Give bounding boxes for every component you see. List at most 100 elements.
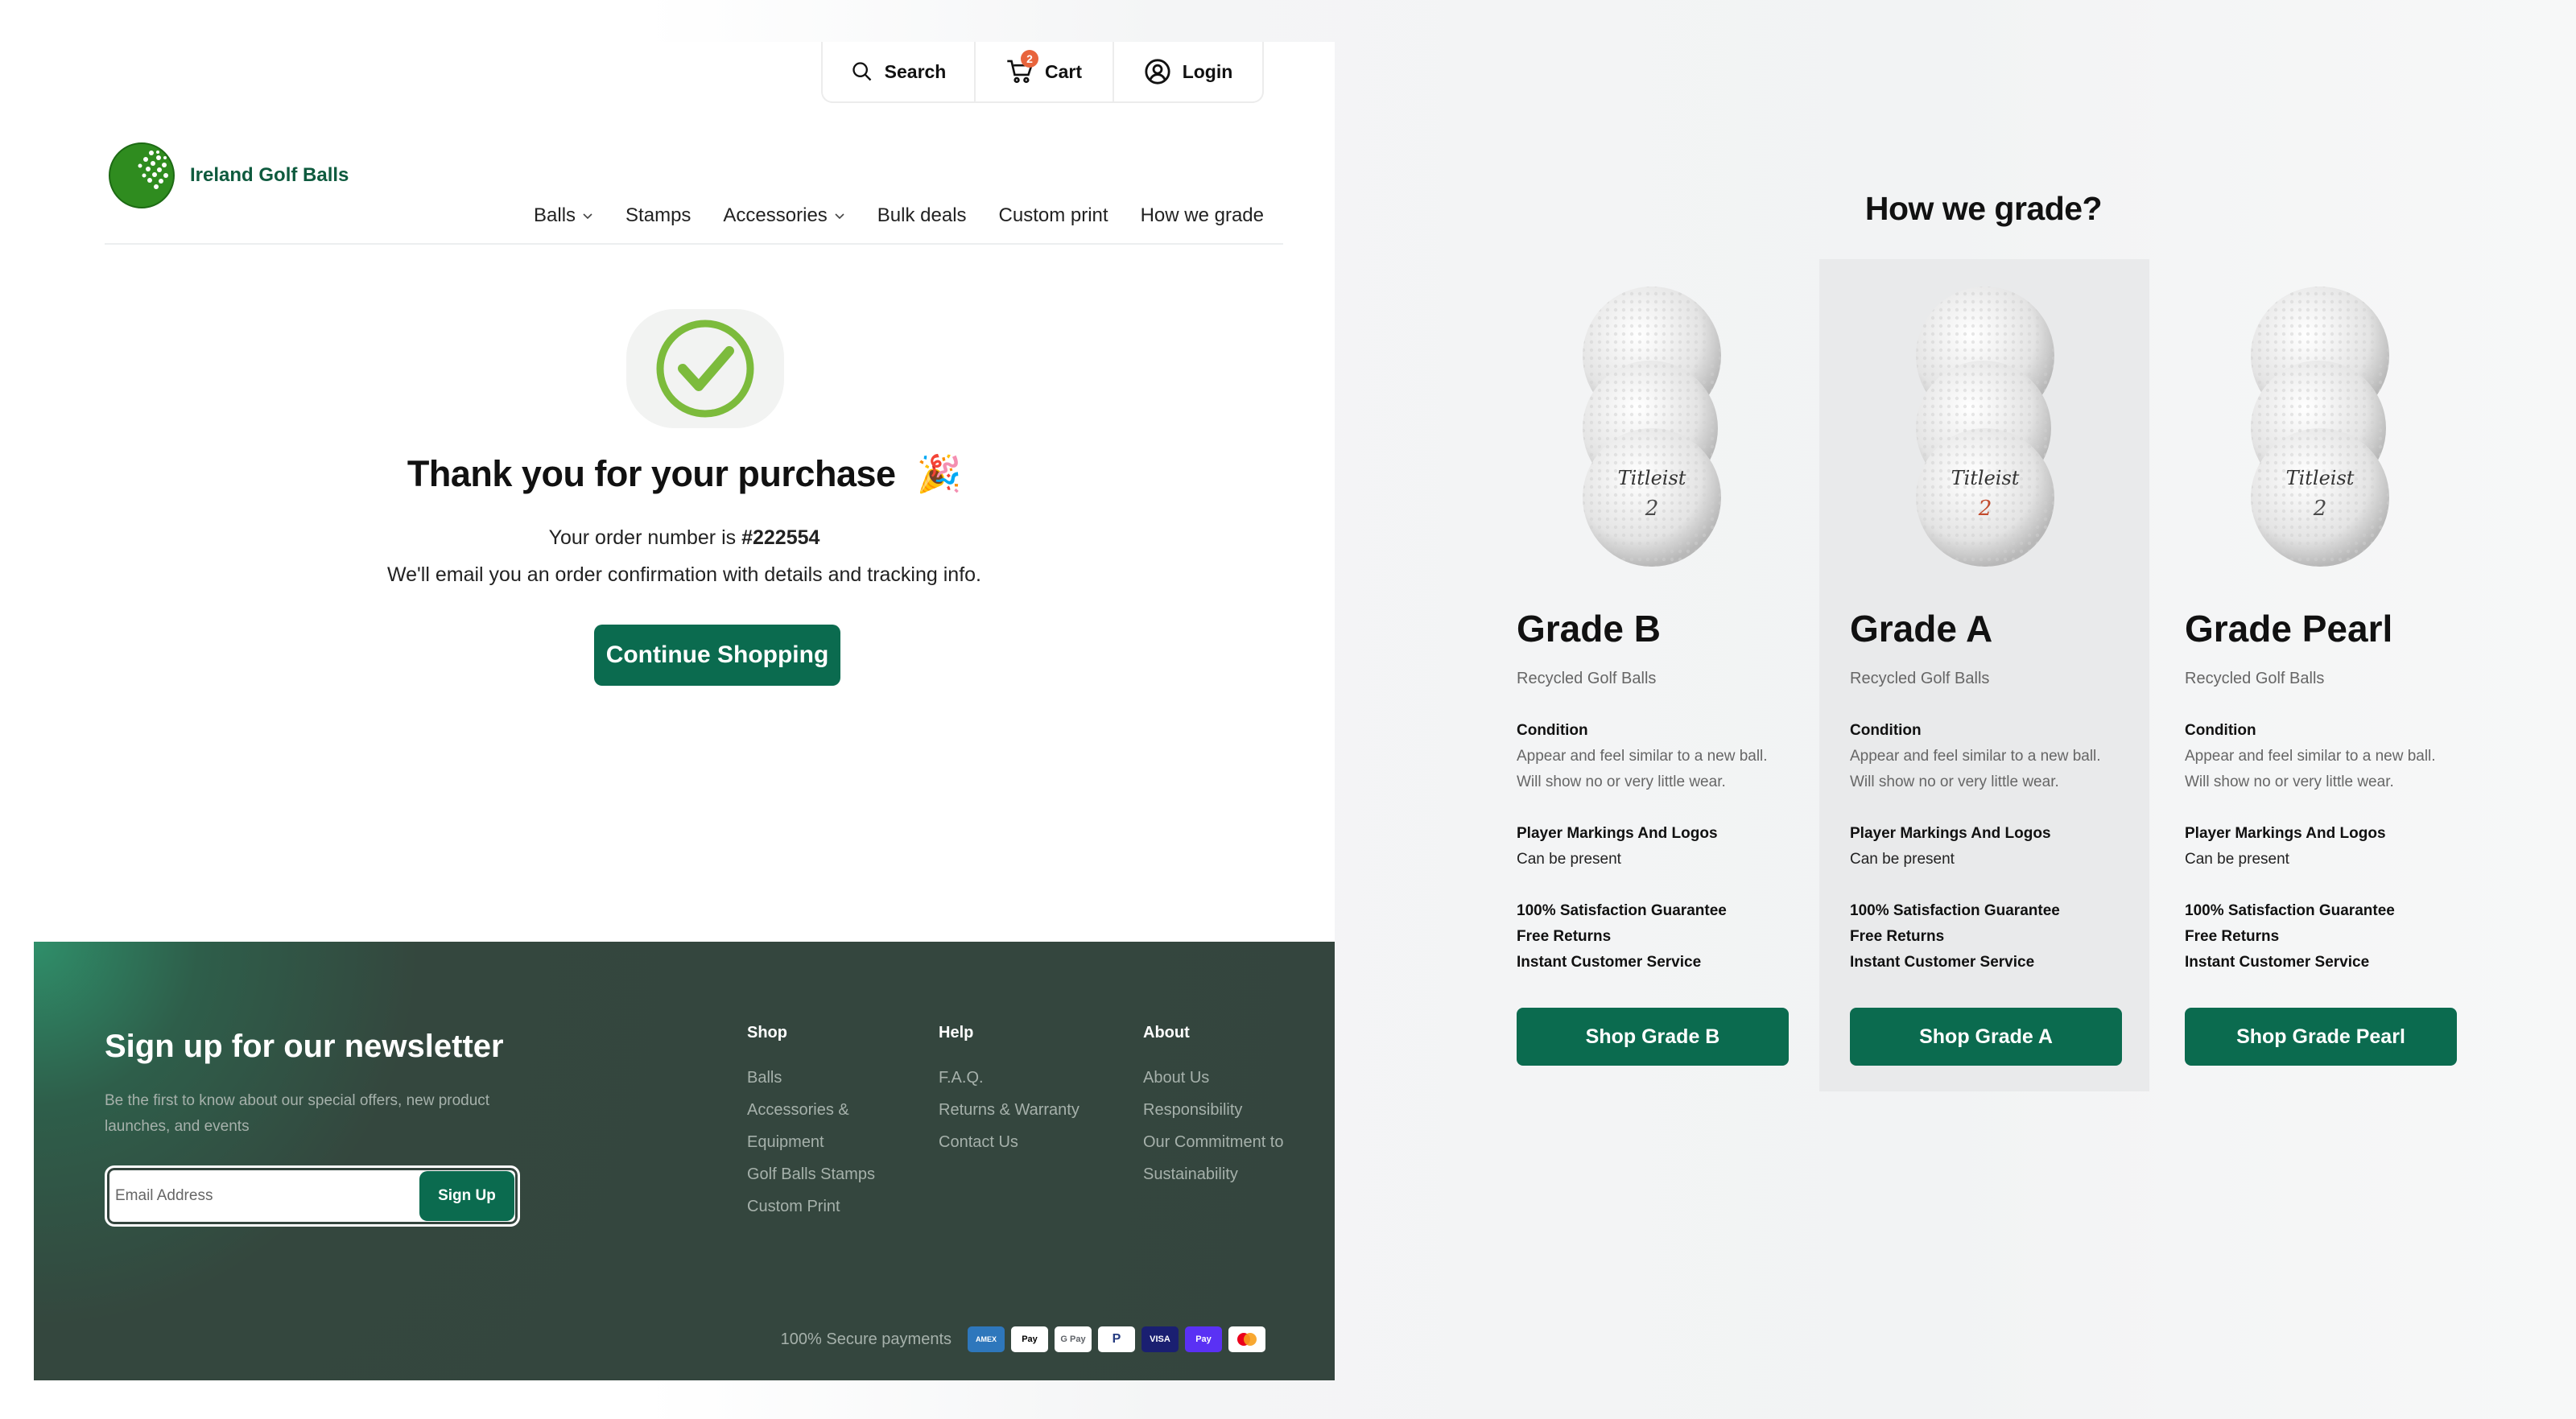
nav-accessories[interactable]: Accessories	[723, 204, 844, 227]
thank-you-heading: Thank you for your purchase 🎉	[34, 452, 1335, 495]
footer-link[interactable]: Our Commitment to	[1143, 1126, 1283, 1158]
cart-label: Cart	[1044, 60, 1082, 82]
markings-value: Can be present	[1850, 851, 1955, 868]
grade-benefits: 100% Satisfaction Guarantee Free Returns…	[1850, 898, 2140, 976]
brand-logo-link[interactable]: Ireland Golf Balls	[108, 142, 349, 209]
nav-balls[interactable]: Balls	[534, 204, 593, 227]
nav-stamps[interactable]: Stamps	[625, 204, 691, 227]
grade-condition: Condition Appear and feel similar to a n…	[2185, 718, 2475, 795]
shop-grade-button[interactable]: Shop Grade B	[1517, 1008, 1789, 1066]
footer-link[interactable]: Balls	[747, 1062, 875, 1094]
cart-button[interactable]: 2 Cart	[976, 42, 1114, 101]
grade-title: Grade B	[1517, 608, 1661, 650]
benefit-returns: Free Returns	[2185, 928, 2280, 945]
footer-link[interactable]: Returns & Warranty	[939, 1094, 1080, 1126]
footer-col-title: Help	[939, 1024, 974, 1042]
footer-link[interactable]: Equipment	[747, 1126, 875, 1158]
checkmark-circle-icon	[656, 320, 754, 418]
newsletter-title: Sign up for our newsletter	[105, 1029, 504, 1064]
header-divider	[105, 243, 1283, 245]
login-label: Login	[1182, 60, 1233, 82]
condition-text: Appear and feel similar to a new ball.	[1517, 748, 1768, 765]
utility-bar: Search 2 Cart Login	[821, 42, 1264, 103]
grade-condition: Condition Appear and feel similar to a n…	[1850, 718, 2140, 795]
amex-icon: AMEX	[968, 1326, 1005, 1352]
condition-text: Appear and feel similar to a new ball.	[2185, 748, 2436, 765]
apple-pay-icon: Pay	[1011, 1326, 1048, 1352]
login-button[interactable]: Login	[1114, 42, 1262, 101]
benefit-guarantee: 100% Satisfaction Guarantee	[1517, 902, 1727, 919]
newsletter-description: Be the first to know about our special o…	[105, 1092, 490, 1135]
nav-custom-print[interactable]: Custom print	[999, 204, 1108, 227]
ball-number-text: 2	[2313, 497, 2327, 521]
benefit-guarantee: 100% Satisfaction Guarantee	[2185, 902, 2395, 919]
nav-accessories-label: Accessories	[723, 204, 828, 226]
grade-title: Grade A	[1850, 608, 1993, 650]
search-label: Search	[884, 60, 947, 82]
shop-grade-button[interactable]: Shop Grade A	[1850, 1008, 2122, 1066]
footer-link[interactable]: Accessories &	[747, 1094, 875, 1126]
nav-balls-label: Balls	[534, 204, 576, 226]
grade-title: Grade Pearl	[2185, 608, 2393, 650]
footer-col-title: About	[1143, 1024, 1190, 1042]
footer-col-shop: Shop Balls Accessories & Equipment Golf …	[747, 1024, 875, 1223]
shop-pay-icon: Pay	[1185, 1326, 1222, 1352]
chevron-down-icon	[583, 213, 592, 220]
how-we-grade-title: How we grade?	[1864, 190, 2103, 227]
order-number-line: Your order number is #222554	[34, 526, 1335, 550]
footer-link[interactable]: F.A.Q.	[939, 1062, 1080, 1094]
benefit-returns: Free Returns	[1850, 928, 1945, 945]
nav-stamps-label: Stamps	[625, 204, 691, 226]
nav-custom-print-label: Custom print	[998, 204, 1108, 226]
mastercard-icon	[1228, 1326, 1265, 1352]
grade-markings: Player Markings And Logos Can be present	[2185, 821, 2475, 872]
main-nav: Balls Stamps Accessories Bulk deals Cust…	[534, 204, 1264, 227]
cart-count-badge: 2	[1021, 50, 1038, 68]
golf-balls-image: Titleist 2	[2251, 287, 2389, 567]
markings-label: Player Markings And Logos	[1850, 825, 2051, 842]
grade-card: Titleist 2 Grade A Recycled Golf Balls C…	[1819, 259, 2149, 1091]
search-button[interactable]: Search	[823, 42, 976, 101]
grade-subtitle: Recycled Golf Balls	[1850, 670, 1990, 687]
grade-card: Titleist 2 Grade Pearl Recycled Golf Bal…	[2154, 259, 2484, 1091]
footer-link[interactable]: Golf Balls Stamps	[747, 1158, 875, 1190]
condition-text: Will show no or very little wear.	[2185, 773, 2394, 790]
footer-link[interactable]: Responsibility	[1143, 1094, 1283, 1126]
shop-grade-button[interactable]: Shop Grade Pearl	[2185, 1008, 2457, 1066]
chevron-down-icon	[835, 213, 844, 220]
markings-value: Can be present	[1517, 851, 1621, 868]
condition-text: Will show no or very little wear.	[1517, 773, 1726, 790]
newsletter-email-input[interactable]	[115, 1176, 405, 1216]
condition-text: Appear and feel similar to a new ball.	[1850, 748, 2101, 765]
newsletter-signup-button[interactable]: Sign Up	[419, 1171, 514, 1221]
secure-payments-label: 100% Secure payments	[780, 1330, 952, 1348]
continue-shopping-button[interactable]: Continue Shopping	[594, 625, 840, 686]
markings-label: Player Markings And Logos	[2185, 825, 2386, 842]
footer-link[interactable]: Custom Print	[747, 1190, 875, 1223]
benefit-guarantee: 100% Satisfaction Guarantee	[1850, 902, 2060, 919]
footer-link[interactable]: About Us	[1143, 1062, 1283, 1094]
footer-link[interactable]: Contact Us	[939, 1126, 1080, 1158]
success-badge	[626, 309, 784, 428]
grade-benefits: 100% Satisfaction Guarantee Free Returns…	[2185, 898, 2475, 976]
markings-value: Can be present	[2185, 851, 2289, 868]
grade-markings: Player Markings And Logos Can be present	[1517, 821, 1806, 872]
nav-how-we-grade[interactable]: How we grade	[1141, 204, 1264, 227]
benefit-returns: Free Returns	[1517, 928, 1612, 945]
condition-label: Condition	[2185, 722, 2256, 739]
golf-balls-image: Titleist 2	[1583, 287, 1721, 567]
footer-link[interactable]: Sustainability	[1143, 1158, 1283, 1190]
markings-label: Player Markings And Logos	[1517, 825, 1718, 842]
nav-bulk-deals[interactable]: Bulk deals	[877, 204, 967, 227]
grade-benefits: 100% Satisfaction Guarantee Free Returns…	[1517, 898, 1806, 976]
nav-how-we-grade-label: How we grade	[1140, 204, 1264, 226]
benefit-service: Instant Customer Service	[1517, 954, 1702, 971]
thank-you-text: Thank you for your purchase	[407, 453, 896, 494]
grade-markings: Player Markings And Logos Can be present	[1850, 821, 2140, 872]
footer-col-help: Help F.A.Q. Returns & Warranty Contact U…	[939, 1024, 1080, 1158]
benefit-service: Instant Customer Service	[2185, 954, 2370, 971]
order-number-prefix: Your order number is	[548, 526, 742, 549]
newsletter-form: Sign Up	[105, 1165, 520, 1227]
grade-subtitle: Recycled Golf Balls	[1517, 670, 1657, 687]
order-number: #222554	[741, 526, 820, 549]
